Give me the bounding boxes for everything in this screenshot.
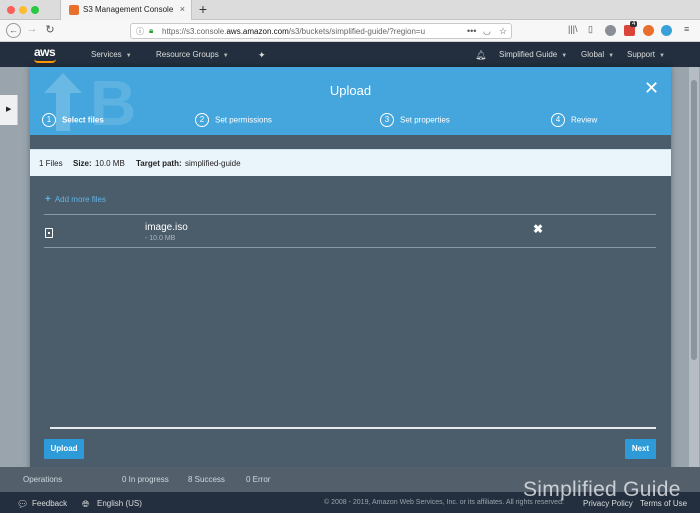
pin-icon[interactable]: ✦ [258, 50, 266, 61]
new-tab-button[interactable]: + [196, 1, 210, 17]
url-host: https://s3.console. [162, 27, 227, 36]
upload-button[interactable]: Upload [44, 439, 84, 459]
tab-close-icon[interactable]: × [180, 4, 185, 14]
file-icon [45, 228, 53, 238]
feedback-icon[interactable]: 💬︎ [17, 499, 28, 510]
add-more-label: Add more files [54, 195, 106, 204]
url-bar[interactable]: ⓘ 🔒︎ https://s3.console.aws.amazon.com/s… [130, 23, 512, 39]
plus-icon: + [45, 194, 51, 205]
reload-button[interactable]: ↻ [43, 23, 57, 36]
operations-error: 0 Error [246, 475, 271, 484]
services-label: Services [91, 50, 122, 59]
pocket-icon[interactable]: ◡ [483, 26, 491, 37]
step-set-permissions[interactable]: 2 Set permissions [195, 113, 272, 127]
resource-groups-label: Resource Groups [156, 50, 219, 59]
divider [44, 247, 656, 248]
scrollbar-thumb[interactable] [691, 80, 697, 360]
aws-smile-icon [34, 59, 56, 63]
chevron-down-icon: ▼ [222, 53, 229, 59]
extension-blue-icon[interactable] [661, 25, 672, 36]
extension-orange-icon[interactable] [643, 25, 654, 36]
file-count: 1 Files [39, 159, 63, 168]
target-path-label: Target path: [136, 159, 182, 168]
chevron-down-icon: ▼ [125, 53, 132, 59]
support-menu[interactable]: Support ▼ [627, 50, 665, 59]
target-path-value: simplified-guide [185, 159, 241, 168]
browser-tab[interactable]: S3 Management Console × [60, 0, 192, 20]
step-label: Review [571, 115, 598, 125]
modal-header: B Upload ✕ 1 Select files 2 Set permission… [30, 67, 671, 135]
url-path: /s3/buckets/simplified-guide/?region=u [288, 27, 426, 36]
window-minimize-button[interactable] [19, 6, 27, 14]
upload-modal: B Upload ✕ 1 Select files 2 Set permission… [30, 67, 671, 473]
step-number: 4 [551, 113, 565, 127]
close-icon[interactable]: ✕ [644, 79, 659, 97]
aws-logo[interactable]: aws [34, 45, 56, 59]
upload-summary: 1 Files Size: 10.0 MB Target path: simpl… [30, 149, 671, 176]
next-button[interactable]: Next [625, 439, 656, 459]
size-label: Size: [73, 159, 92, 168]
step-review[interactable]: 4 Review [551, 113, 597, 127]
watermark: Simplified Guide [523, 478, 681, 501]
chevron-down-icon: ▼ [561, 53, 568, 59]
step-label: Set properties [400, 115, 450, 125]
file-size: - 10.0 MB [145, 235, 176, 242]
divider [44, 214, 656, 215]
window-close-button[interactable] [7, 6, 15, 14]
step-label: Select files [62, 115, 104, 125]
lock-icon: 🔒︎ [149, 26, 154, 35]
modal-spacer [30, 135, 671, 149]
extension-badge: 4 [630, 21, 638, 27]
modal-body: + Add more files image.iso - 10.0 MB ✖ Up… [30, 176, 671, 473]
feedback-link[interactable]: Feedback [32, 499, 67, 508]
aws-header: aws Services ▼ Resource Groups ▼ ✦ 🔔︎ Simp… [0, 42, 700, 67]
step-label: Set permissions [215, 115, 272, 125]
account-label: Simplified Guide [499, 50, 558, 59]
operations-success: 8 Success [188, 475, 225, 484]
aws-favicon-icon [69, 5, 79, 15]
divider [50, 427, 656, 429]
language-selector[interactable]: English (US) [97, 499, 142, 508]
url-text[interactable]: https://s3.console.aws.amazon.com/s3/buc… [162, 27, 462, 36]
services-menu[interactable]: Services ▼ [91, 50, 132, 59]
library-icon[interactable]: |||\ [568, 24, 578, 34]
extension-icon[interactable] [605, 25, 616, 36]
info-icon[interactable]: ⓘ [136, 26, 144, 37]
step-number: 3 [380, 113, 394, 127]
support-label: Support [627, 50, 656, 59]
globe-icon: 🌐︎ [82, 499, 90, 509]
operations-in-progress: 0 In progress [122, 475, 169, 484]
size-value: 10.0 MB [95, 159, 125, 168]
back-button[interactable]: ← [6, 23, 21, 38]
account-menu[interactable]: Simplified Guide ▼ [499, 50, 567, 59]
more-icon[interactable]: ••• [467, 26, 476, 36]
browser-navbar: ← → ↻ ⓘ 🔒︎ https://s3.console.aws.amazon… [0, 20, 700, 42]
bookmark-star-icon[interactable]: ☆ [499, 26, 507, 37]
remove-file-icon[interactable]: ✖ [533, 222, 543, 236]
resource-groups-menu[interactable]: Resource Groups ▼ [156, 50, 229, 59]
file-name: image.iso [145, 222, 188, 233]
chevron-right-icon[interactable]: ▶ [6, 105, 11, 113]
step-set-properties[interactable]: 3 Set properties [380, 113, 450, 127]
window-zoom-button[interactable] [31, 6, 39, 14]
step-number: 2 [195, 113, 209, 127]
step-number: 1 [42, 113, 56, 127]
region-menu[interactable]: Global ▼ [581, 50, 614, 59]
chevron-down-icon: ▼ [608, 53, 615, 59]
region-label: Global [581, 50, 605, 59]
step-select-files[interactable]: 1 Select files [42, 113, 104, 127]
menu-icon[interactable]: ≡ [684, 24, 689, 34]
modal-title: Upload [329, 83, 372, 98]
tab-title: S3 Management Console [83, 5, 174, 14]
add-more-files-link[interactable]: + Add more files [45, 194, 106, 205]
forward-button[interactable]: → [25, 23, 39, 35]
browser-titlebar: S3 Management Console × + [0, 0, 700, 20]
sidebar-icon[interactable]: ▯ [588, 24, 593, 35]
chevron-down-icon: ▼ [659, 53, 665, 59]
url-domain: aws.amazon.com [226, 27, 289, 36]
bell-icon[interactable]: 🔔︎ [475, 50, 486, 61]
operations-label[interactable]: Operations [23, 475, 62, 484]
